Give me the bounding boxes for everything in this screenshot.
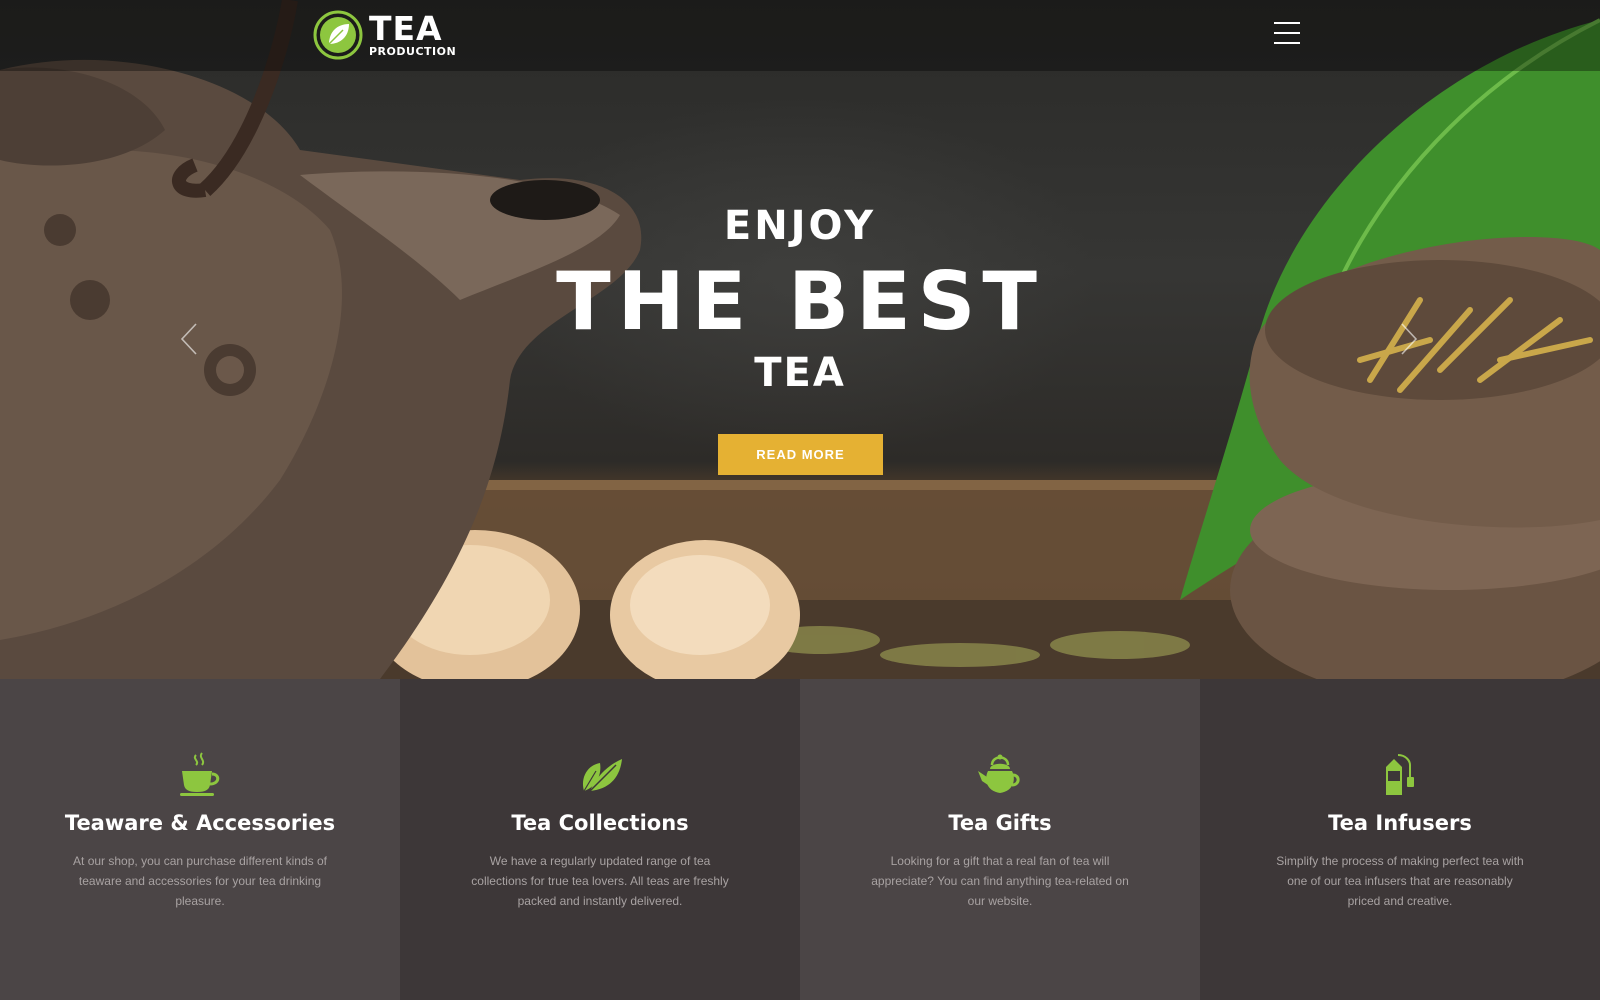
features-section: Teaware & Accessories At our shop, you c… xyxy=(0,679,1600,1000)
feature-description: We have a regularly updated range of tea… xyxy=(471,854,729,908)
brand-name: TEA xyxy=(369,8,443,48)
feature-description: At our shop, you can purchase different … xyxy=(73,854,327,908)
feature-teaware: Teaware & Accessories At our shop, you c… xyxy=(0,679,400,1000)
feature-description: Looking for a gift that a real fan of te… xyxy=(871,854,1129,908)
header-bar xyxy=(0,0,1600,71)
feature-title: Teaware & Accessories xyxy=(64,811,336,835)
tea-leaf-icon xyxy=(582,759,622,792)
feature-collections: Tea Collections We have a regularly upda… xyxy=(400,679,800,1000)
feature-title: Tea Gifts xyxy=(948,811,1052,835)
hero-line-the-best: THE BEST xyxy=(556,255,1044,348)
feature-title: Tea Collections xyxy=(511,811,689,835)
hero-slider: TEA PRODUCTION ENJOY THE BEST TEA READ M… xyxy=(0,0,1600,679)
teapot-icon xyxy=(978,754,1020,793)
brand-logo[interactable]: TEA PRODUCTION xyxy=(313,10,456,60)
feature-description: Simplify the process of making perfect t… xyxy=(1276,854,1524,908)
hero-line-tea: TEA xyxy=(754,350,846,396)
read-more-button[interactable]: READ MORE xyxy=(718,434,883,475)
feature-title: Tea Infusers xyxy=(1328,811,1472,835)
leaf-logo-icon xyxy=(313,10,363,60)
hamburger-menu-icon[interactable] xyxy=(1274,22,1300,48)
tea-bag-icon xyxy=(1386,754,1414,795)
hero-line-enjoy: ENJOY xyxy=(723,203,877,249)
feature-infusers: Tea Infusers Simplify the process of mak… xyxy=(1200,679,1600,1000)
tea-cup-icon xyxy=(180,752,220,796)
brand-tagline: PRODUCTION xyxy=(369,44,457,58)
feature-gifts: Tea Gifts Looking for a gift that a real… xyxy=(800,679,1200,1000)
